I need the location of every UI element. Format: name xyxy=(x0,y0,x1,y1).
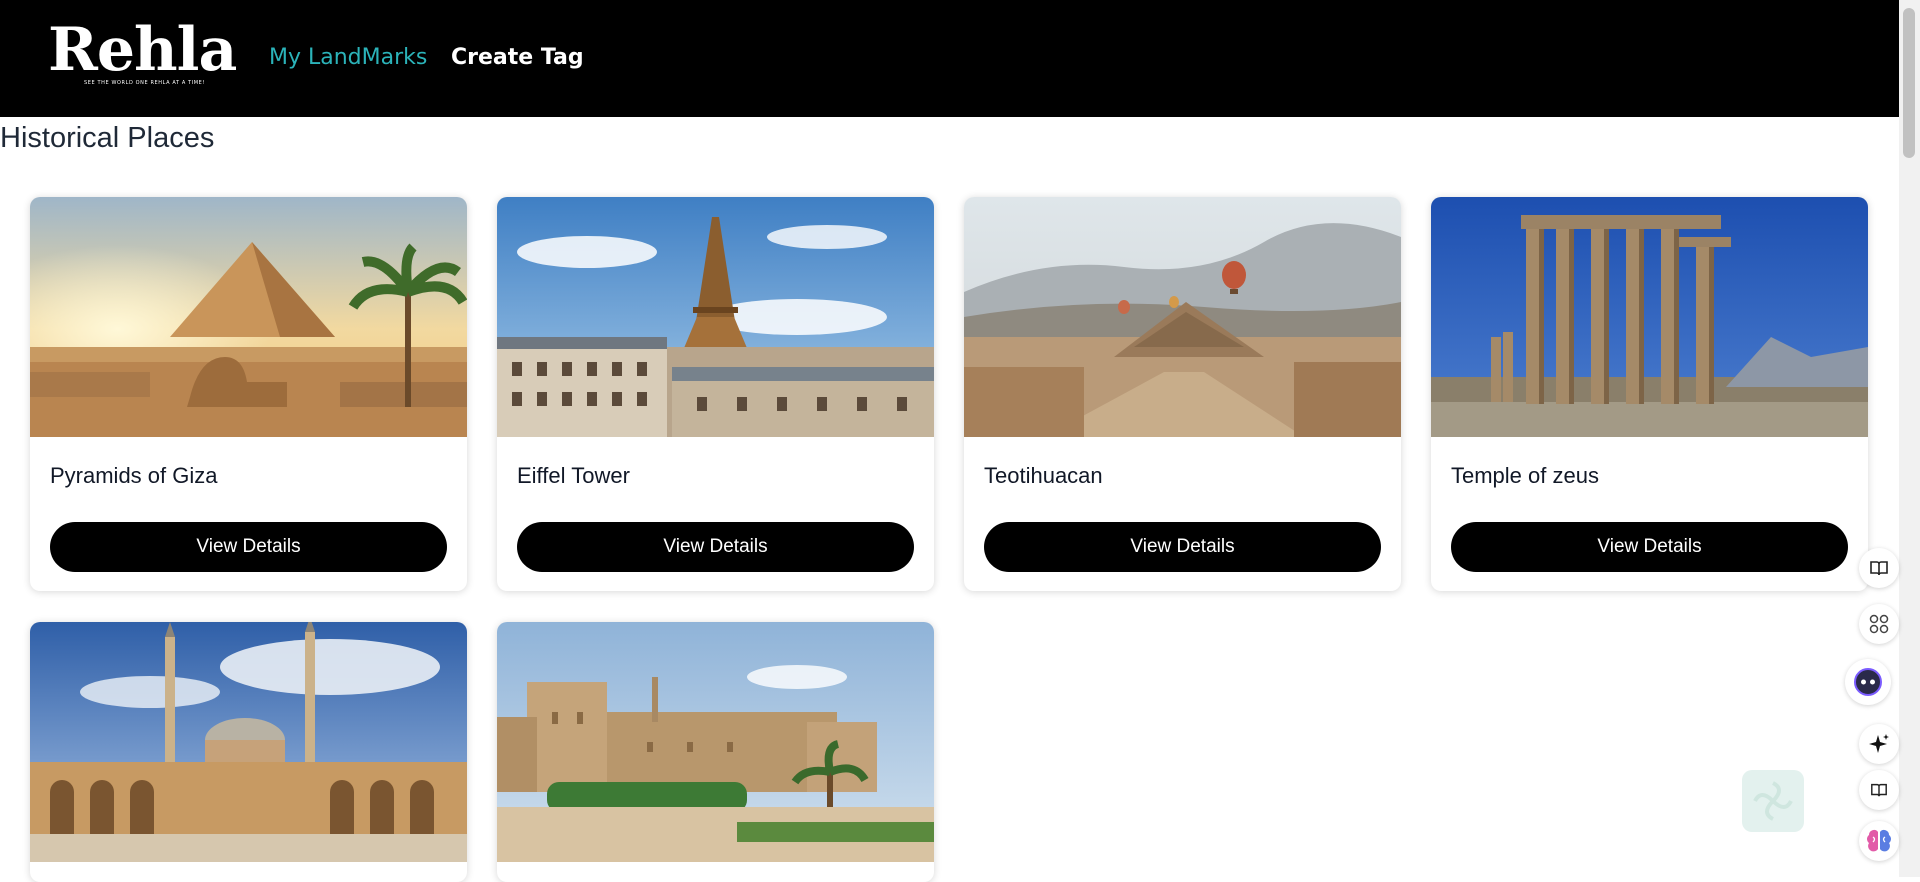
landmark-image-temple-of-zeus[interactable] xyxy=(1431,197,1868,437)
landmark-card xyxy=(497,622,934,882)
top-navbar: Rehla SEE THE WORLD ONE REHLA AT A TIME!… xyxy=(0,0,1899,117)
landmark-card: Pyramids of Giza View Details xyxy=(30,197,467,591)
landmark-image-citadel[interactable] xyxy=(497,622,934,862)
landmark-name: Pyramids of Giza xyxy=(50,463,218,488)
landmark-card: Teotihuacan View Details xyxy=(964,197,1401,591)
assistant-widget-icon[interactable] xyxy=(1742,770,1804,832)
logo-wordmark: Rehla xyxy=(48,15,237,85)
landmark-name: Teotihuacan xyxy=(984,463,1103,488)
logo-tagline: SEE THE WORLD ONE REHLA AT A TIME! xyxy=(84,80,206,86)
landmark-image-teotihuacan[interactable] xyxy=(964,197,1401,437)
scrollbar-thumb[interactable] xyxy=(1903,8,1915,158)
nav-my-landmarks[interactable]: My LandMarks xyxy=(269,44,427,72)
book-icon[interactable] xyxy=(1859,548,1899,588)
sparkle-icon[interactable] xyxy=(1859,724,1899,764)
page-title: Historical Places xyxy=(0,122,215,154)
page-scrollbar[interactable] xyxy=(1899,0,1920,877)
landmark-image-pyramids[interactable] xyxy=(30,197,467,437)
open-book-icon[interactable] xyxy=(1859,770,1899,810)
view-details-button[interactable]: View Details xyxy=(50,522,447,572)
landmark-image-mosque[interactable] xyxy=(30,622,467,862)
landmark-name: Eiffel Tower xyxy=(517,463,630,488)
view-details-button[interactable]: View Details xyxy=(517,522,914,572)
landmark-name: Temple of zeus xyxy=(1451,463,1599,488)
view-details-button[interactable]: View Details xyxy=(1451,522,1848,572)
assistant-face-icon[interactable] xyxy=(1845,659,1891,705)
landmark-card xyxy=(30,622,467,882)
rehla-logo[interactable]: Rehla SEE THE WORLD ONE REHLA AT A TIME! xyxy=(48,14,237,90)
landmark-image-eiffel[interactable] xyxy=(497,197,934,437)
landmark-card: Eiffel Tower View Details xyxy=(497,197,934,591)
view-details-button[interactable]: View Details xyxy=(984,522,1381,572)
apps-grid-icon[interactable] xyxy=(1859,604,1899,644)
nav-create-tag[interactable]: Create Tag xyxy=(451,44,584,72)
brain-icon[interactable] xyxy=(1859,821,1899,861)
landmark-card: Temple of zeus View Details xyxy=(1431,197,1868,591)
